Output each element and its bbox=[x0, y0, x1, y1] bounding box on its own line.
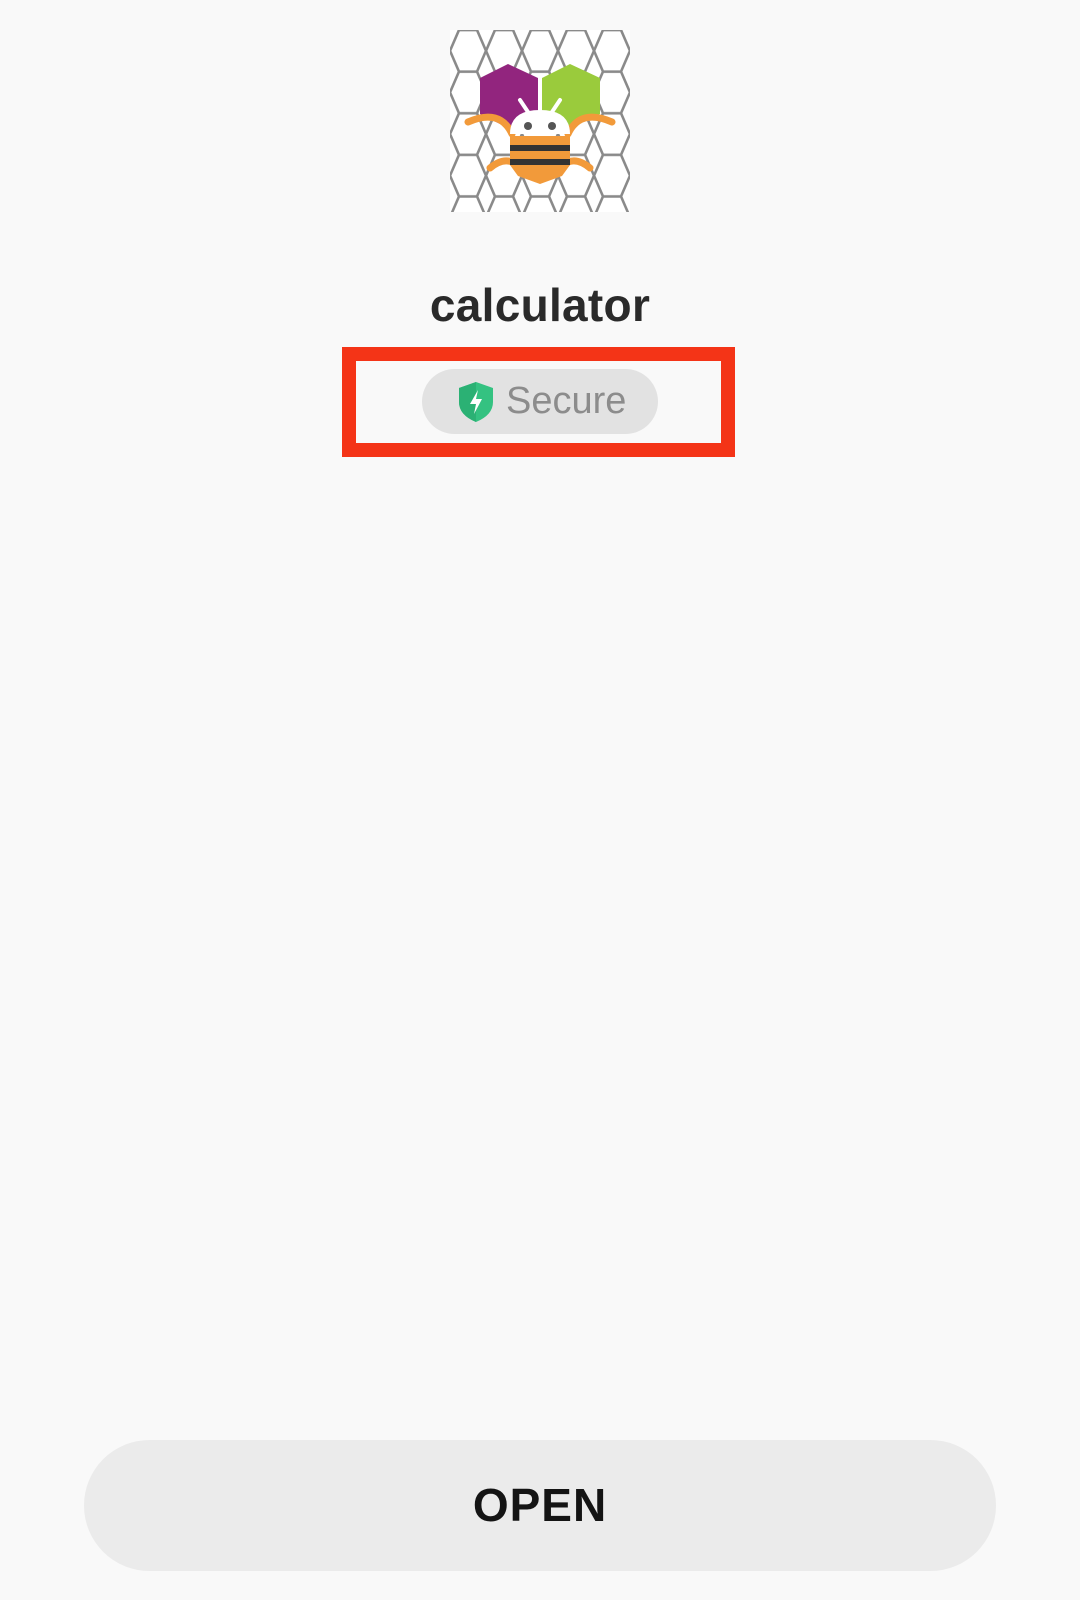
open-label: OPEN bbox=[472, 1479, 608, 1531]
app-install-screen: calculator Secure OPEN bbox=[0, 0, 1080, 1600]
secure-badge[interactable]: Secure bbox=[422, 369, 658, 434]
shield-bolt-icon bbox=[456, 380, 496, 424]
open-button[interactable]: OPEN bbox=[84, 1440, 996, 1571]
app-icon bbox=[450, 30, 630, 212]
secure-label: Secure bbox=[506, 380, 627, 422]
app-name: calculator bbox=[429, 279, 651, 331]
